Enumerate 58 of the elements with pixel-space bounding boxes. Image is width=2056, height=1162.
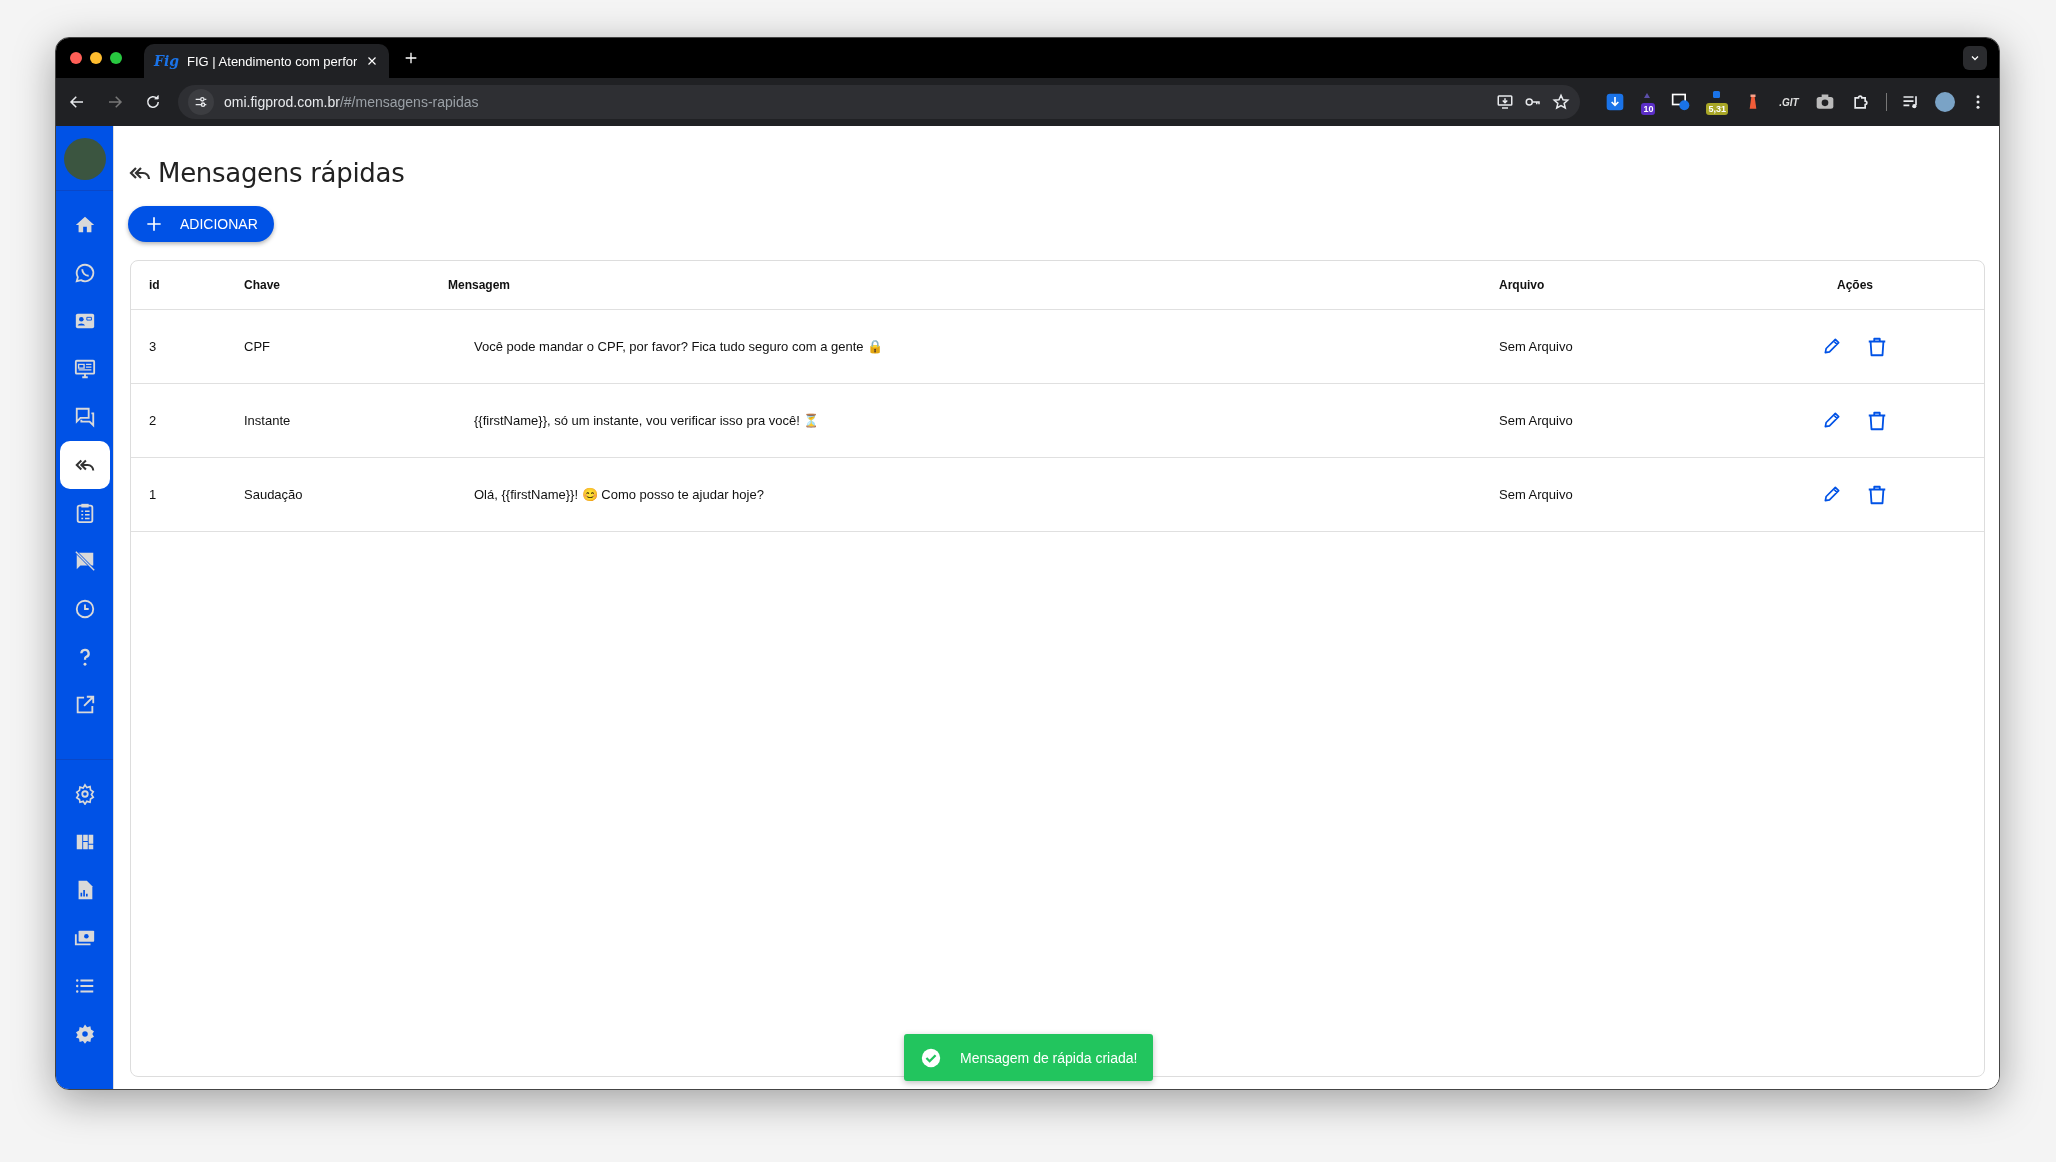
forward-arrow-icon[interactable] [106,93,124,111]
address-field[interactable]: omi.figprod.com.br/#/mensagens-rapidas [178,85,1581,119]
monitor-icon [73,358,96,380]
settings-icon [73,1023,96,1045]
site-settings-icon[interactable] [193,94,209,110]
browser-tab[interactable]: Fig FIG | Atendimento com perfor [144,44,390,78]
table-cell-text: Sem Arquivo [1498,339,1574,354]
back-arrow-icon[interactable] [68,93,86,111]
download-icon[interactable] [1605,92,1626,112]
trash-icon [1866,335,1888,358]
tab-menu-button[interactable] [1963,46,1987,70]
table-cell-text: Saudação [243,487,304,502]
url-text: omi.figprod.com.br/#/mensagens-rapidas [224,94,480,110]
clock-icon [73,598,96,620]
install-app-icon[interactable] [1496,93,1515,111]
window-control-icon[interactable] [70,52,82,64]
pencil-icon [1822,335,1842,356]
extension-badge: 10 [1641,102,1656,115]
puzzle-icon[interactable] [1851,92,1871,112]
add-button[interactable]: ADICIONAR [128,206,274,242]
table-cell-text: CPF [243,339,271,354]
column-header: Chave [243,278,282,292]
tab-logo: Fig [154,53,180,69]
table-cell-text: 3 [148,339,158,354]
settings-icon [73,783,96,805]
trash-icon [1866,409,1888,432]
column-header: id [148,278,161,292]
check-circle-icon [920,1046,942,1069]
window-control-icon[interactable] [110,52,122,64]
table-cell-text: {{firstName}}, só um instante, vou verificar isso pra você! ⏳ [473,413,821,428]
table-cell-text: Você pode mandar o CPF, por favor? Fica tudo seguro com a gente 🔒 [473,339,885,354]
tab-title: FIG | Atendimento com perfor [187,53,358,69]
chat-bubble-icon [73,262,96,284]
table-cell-text: Olá, {{firstName}}! 😊 Como posso te ajudar hoje? [473,487,765,502]
profile-avatar[interactable] [1935,92,1955,112]
column-header: Arquivo [1498,278,1546,292]
window-control-icon[interactable] [90,52,102,64]
page-title: Mensagens rápidas [158,158,405,188]
column-header: Mensagem [447,278,512,292]
sidebar-item[interactable] [59,441,110,489]
pencil-icon [1822,483,1842,504]
pencil-icon [1822,409,1842,430]
star-icon[interactable] [1552,93,1571,111]
chat-icon [73,406,96,428]
table-cell-text: Sem Arquivo [1498,487,1574,502]
toast-message: Mensagem de rápida criada! [960,1049,1138,1066]
reload-icon[interactable] [144,93,162,111]
chat-off-icon [73,550,96,572]
table-cell-text: Instante [243,413,292,428]
extension-badge: 5,31 [1706,102,1728,115]
camera-icon[interactable] [1815,92,1835,112]
table-cell-text: Sem Arquivo [1498,413,1574,428]
trash-icon [1866,483,1888,506]
column-header: Ações [1836,278,1874,292]
extension-label[interactable]: .GIT [1779,96,1799,108]
table-cell-text: 1 [148,487,158,502]
plus-icon [144,214,164,234]
table-cell-text: 2 [148,413,158,428]
